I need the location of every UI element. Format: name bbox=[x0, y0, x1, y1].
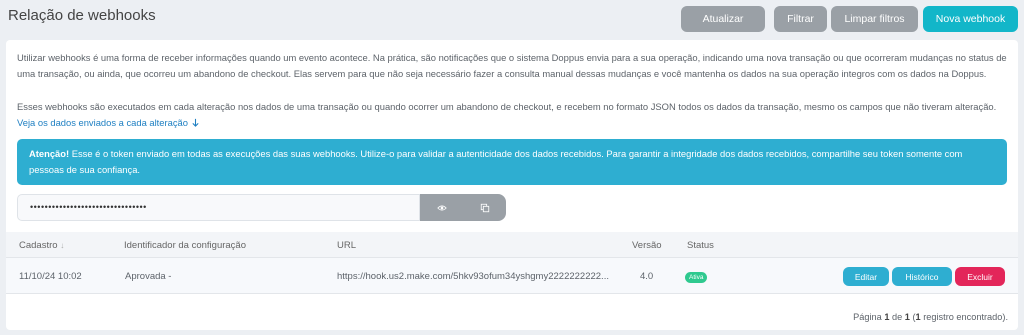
copy-icon bbox=[480, 203, 489, 212]
refresh-button[interactable]: Atualizar bbox=[681, 6, 765, 32]
table-header: Cadastro ↓ Identificador da configuração… bbox=[6, 232, 1018, 258]
info-paragraph-2-text: Esses webhooks são executados em cada al… bbox=[17, 101, 997, 112]
token-field[interactable]: •••••••••••••••••••••••••••••••• bbox=[17, 194, 420, 221]
col-url: URL bbox=[337, 240, 357, 251]
pagination-info: Página 1 de 1 (1 registro encontrado). bbox=[853, 312, 1008, 322]
webhooks-card: Utilizar webhooks é uma forma de receber… bbox=[6, 40, 1018, 330]
col-cadastro[interactable]: Cadastro ↓ bbox=[19, 240, 64, 251]
page-title: Relação de webhooks bbox=[8, 7, 156, 24]
alert-text: Esse é o token enviado em todas as execu… bbox=[29, 148, 963, 175]
arrow-down-icon bbox=[191, 118, 199, 127]
view-sent-data-link[interactable]: Veja os dados enviados a cada alteração bbox=[17, 117, 200, 128]
filter-button[interactable]: Filtrar bbox=[774, 6, 827, 32]
eye-icon bbox=[436, 205, 447, 210]
alert-strong: Atenção! bbox=[29, 148, 70, 159]
col-status: Status bbox=[687, 240, 714, 251]
cell-identifier: Aprovada - bbox=[125, 271, 172, 282]
copy-token-button[interactable] bbox=[463, 194, 506, 221]
cell-version: 4.0 bbox=[640, 271, 654, 282]
clear-filters-button[interactable]: Limpar filtros bbox=[831, 6, 918, 32]
cell-url: https://hook.us2.make.com/5hkv93ofum34ys… bbox=[337, 271, 609, 282]
col-version: Versão bbox=[632, 240, 662, 251]
sort-desc-icon: ↓ bbox=[60, 241, 65, 250]
table-row: 11/10/24 10:02 Aprovada - https://hook.u… bbox=[6, 258, 1018, 294]
show-token-button[interactable] bbox=[420, 194, 463, 221]
new-webhook-button[interactable]: Nova webhook bbox=[923, 6, 1018, 32]
cell-cadastro: 11/10/24 10:02 bbox=[19, 271, 82, 282]
col-identifier: Identificador da configuração bbox=[124, 240, 246, 251]
delete-button[interactable]: Excluir bbox=[955, 267, 1005, 286]
status-badge: Ativa bbox=[685, 272, 708, 283]
token-alert: Atenção! Esse é o token enviado em todas… bbox=[17, 139, 1007, 185]
info-paragraph-1: Utilizar webhooks é uma forma de receber… bbox=[17, 52, 1007, 79]
edit-button[interactable]: Editar bbox=[843, 267, 889, 286]
info-paragraph-2: Esses webhooks são executados em cada al… bbox=[17, 99, 1007, 130]
history-button[interactable]: Histórico bbox=[892, 267, 952, 286]
